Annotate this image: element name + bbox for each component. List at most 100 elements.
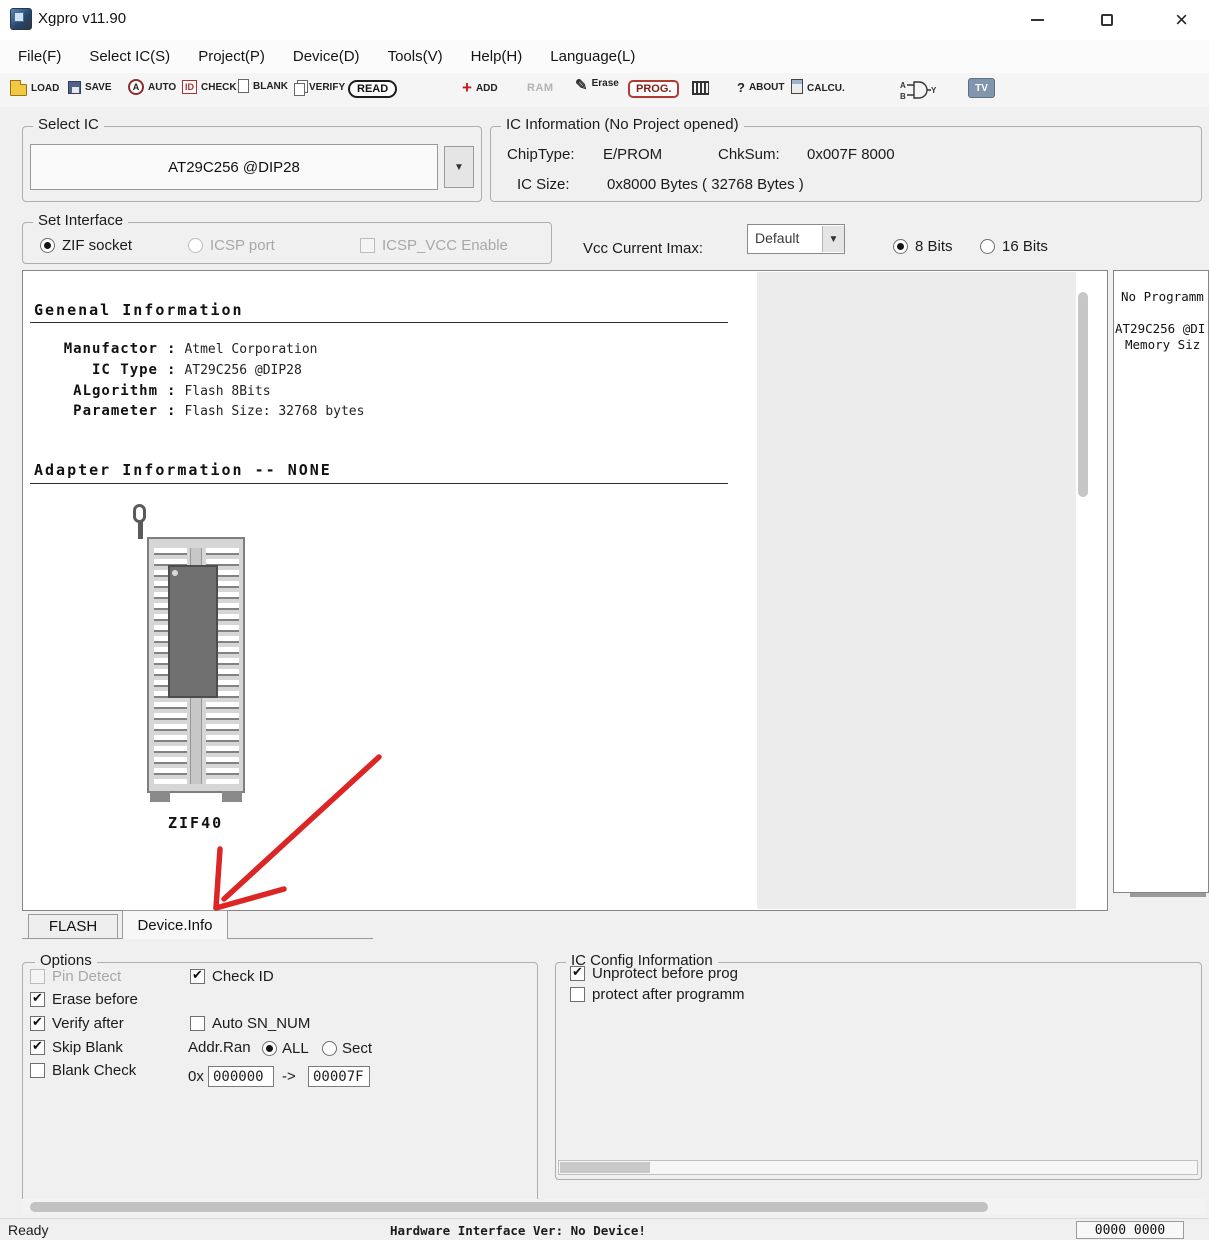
addr-range-label: Addr.Ran [188, 1039, 251, 1056]
range-to-input[interactable] [308, 1066, 370, 1087]
divider [30, 483, 728, 484]
protect-checkbox[interactable]: protect after programm [570, 986, 745, 1003]
vcc-current-label: Vcc Current Imax: [583, 240, 703, 257]
blank-button[interactable]: BLANK [238, 79, 288, 93]
addr-all-radio[interactable]: ALL [262, 1040, 309, 1057]
programmer-status-line: Memory Siz [1125, 337, 1200, 352]
app-icon [10, 8, 32, 30]
scrollbar-thumb[interactable] [30, 1202, 988, 1212]
menu-device[interactable]: Device(D) [279, 43, 374, 70]
app-window: Xgpro v11.90 × File(F) Select IC(S) Proj… [0, 0, 1209, 1240]
ic-size-label: IC Size: [517, 176, 570, 193]
scrollbar-thumb[interactable] [560, 1162, 650, 1173]
blank-check-label: Blank Check [52, 1062, 136, 1079]
load-button[interactable]: LOAD [10, 81, 59, 96]
verify-after-checkbox[interactable]: Verify after [30, 1015, 124, 1032]
check-id-button[interactable]: ID CHECK [182, 80, 237, 94]
tv-button[interactable]: TV [968, 78, 995, 98]
verify-after-label: Verify after [52, 1015, 124, 1032]
general-info-heading: Genenal Information [34, 301, 244, 319]
logic-test-button[interactable]: A B Y [900, 79, 936, 101]
icsp-vcc-checkbox[interactable]: ICSP_VCC Enable [360, 237, 508, 254]
close-icon: × [1175, 10, 1188, 30]
status-hardware: Hardware Interface Ver: No Device! [390, 1223, 646, 1238]
select-ic-dropdown-button[interactable]: ▼ [444, 146, 474, 188]
erase-before-checkbox[interactable]: Erase before [30, 991, 138, 1008]
range-from-input[interactable] [208, 1066, 274, 1087]
checkbox-icon [360, 238, 375, 253]
addr-sect-radio[interactable]: Sect [322, 1040, 372, 1057]
menu-language[interactable]: Language(L) [536, 43, 649, 70]
ic-pins-icon [692, 81, 709, 95]
selected-ic-combobox[interactable]: AT29C256 @DIP28 [30, 144, 438, 190]
vcc-current-combobox[interactable]: Default ▼ [747, 224, 845, 254]
calculator-button[interactable]: CALCU. [791, 79, 845, 94]
blank-check-checkbox[interactable]: Blank Check [30, 1062, 136, 1079]
check-id-checkbox[interactable]: Check ID [190, 968, 274, 985]
algorithm-row: ALgorithm : Flash 8Bits [34, 383, 271, 399]
menu-tools[interactable]: Tools(V) [374, 43, 457, 70]
icsp-port-label: ICSP port [210, 237, 275, 254]
menu-select-ic[interactable]: Select IC(S) [75, 43, 184, 70]
title-bar: Xgpro v11.90 × [0, 0, 1209, 40]
socket-label: ZIF40 [168, 814, 223, 832]
ic-info-legend: IC Information (No Project opened) [501, 116, 744, 133]
tab-flash[interactable]: FLASH [28, 914, 118, 939]
prog-badge: PROG. [628, 80, 679, 98]
check-id-label: Check ID [212, 968, 274, 985]
prog-button[interactable]: PROG. [628, 80, 679, 98]
parameter-value: Flash Size: 32768 bytes [184, 404, 364, 419]
tv-icon: TV [968, 78, 995, 98]
separator: : [158, 362, 184, 378]
manufactor-row: Manufactor : Atmel Corporation [34, 341, 318, 357]
auto-button[interactable]: A AUTO [128, 79, 176, 95]
menu-help[interactable]: Help(H) [457, 43, 537, 70]
skip-blank-checkbox[interactable]: Skip Blank [30, 1039, 123, 1056]
verify-button[interactable]: VERIFY [294, 79, 345, 96]
pin-detect-checkbox[interactable]: Pin Detect [30, 968, 121, 985]
plus-icon: + [462, 81, 472, 95]
maximize-button[interactable] [1084, 0, 1130, 40]
zif-lever-icon [133, 504, 146, 523]
chevron-down-icon: ▼ [454, 162, 464, 173]
chip-type-value: E/PROM [603, 146, 662, 163]
auto-sn-checkbox[interactable]: Auto SN_NUM [190, 1015, 310, 1032]
erase-button[interactable]: ✎ Erase [575, 78, 619, 93]
unprotect-checkbox[interactable]: Unprotect before prog [570, 965, 738, 982]
tab-strip-line [228, 938, 373, 939]
blank-label: BLANK [253, 81, 288, 92]
ic-pins-button[interactable] [692, 81, 709, 95]
bits-16-label: 16 Bits [1002, 238, 1048, 255]
zif-socket-radio[interactable]: ZIF socket [40, 237, 132, 254]
tab-device-info[interactable]: Device.Info [122, 910, 228, 939]
unprotect-label: Unprotect before prog [592, 965, 738, 982]
config-horizontal-scrollbar[interactable] [558, 1160, 1198, 1175]
read-button[interactable]: READ [348, 80, 397, 98]
close-button[interactable]: × [1154, 0, 1209, 40]
menu-file[interactable]: File(F) [4, 43, 75, 70]
bits-8-radio[interactable]: 8 Bits [893, 238, 953, 255]
main-horizontal-scrollbar[interactable] [22, 1199, 1205, 1215]
checkbox-icon [30, 969, 45, 984]
menu-project[interactable]: Project(P) [184, 43, 279, 70]
checkbox-icon [570, 987, 585, 1002]
save-button[interactable]: SAVE [68, 81, 112, 94]
vcc-dropdown-button[interactable]: ▼ [822, 226, 844, 252]
right-panel-scrollbar[interactable] [1130, 893, 1206, 897]
minimize-button[interactable] [1014, 0, 1060, 40]
erase-before-label: Erase before [52, 991, 138, 1008]
about-button[interactable]: ? ABOUT [737, 80, 785, 95]
bits-16-radio[interactable]: 16 Bits [980, 238, 1048, 255]
add-button[interactable]: + ADD [462, 81, 498, 95]
ram-button[interactable]: RAM [527, 82, 554, 94]
icsp-vcc-label: ICSP_VCC Enable [382, 237, 508, 254]
radio-icon [980, 239, 995, 254]
icsp-port-radio[interactable]: ICSP port [188, 237, 275, 254]
vertical-scrollbar[interactable] [1078, 292, 1088, 497]
auto-sn-label: Auto SN_NUM [212, 1015, 310, 1032]
status-ready: Ready [8, 1222, 48, 1238]
question-icon: ? [737, 80, 745, 95]
programmer-status-line: AT29C256 @DI [1115, 321, 1205, 336]
svg-text:B: B [900, 92, 906, 101]
addr-all-label: ALL [282, 1040, 309, 1057]
